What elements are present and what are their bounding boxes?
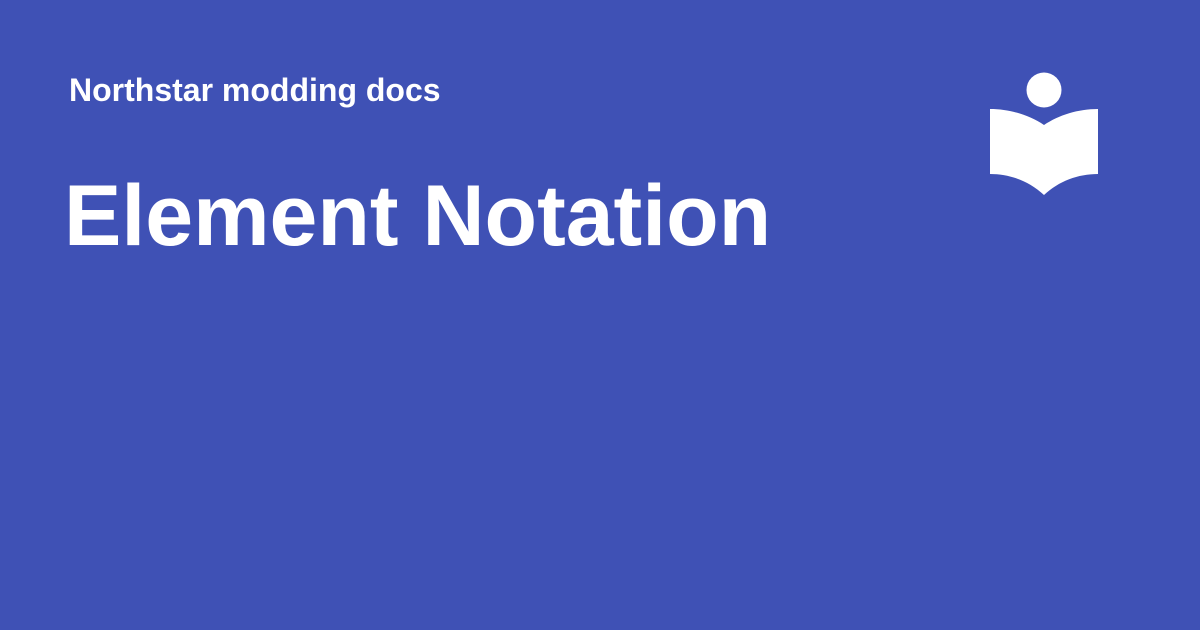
page-title: Element Notation [64,168,772,264]
logo [990,72,1098,196]
site-name: Northstar modding docs [69,72,441,108]
social-card: Northstar modding docs Element Notation [0,0,1200,630]
book-reader-icon [990,72,1098,195]
